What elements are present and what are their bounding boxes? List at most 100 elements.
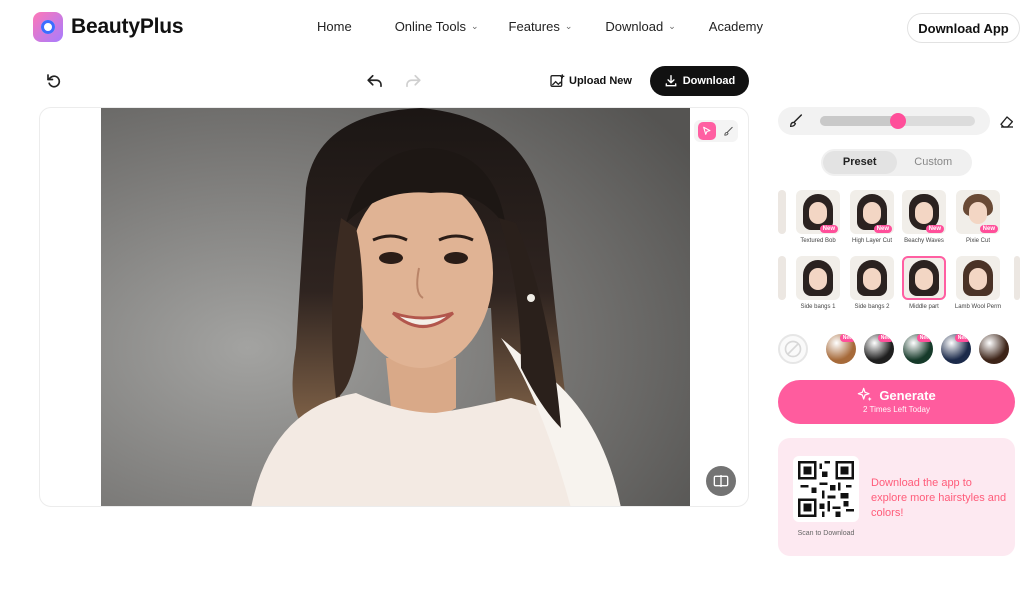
style-label: Side bangs 1 <box>800 304 836 310</box>
logo[interactable]: BeautyPlus <box>33 12 184 42</box>
redo-icon <box>406 74 421 88</box>
main-nav: Home Online Tools ⌄ Features ⌄ Download … <box>317 19 763 34</box>
color-none-swatch[interactable] <box>778 334 808 364</box>
style-label: Lamb Wool Perm <box>954 304 1002 310</box>
download-label: Download <box>682 75 736 87</box>
style-thumb <box>796 256 840 300</box>
app-promo-card: Scan to Download Download the app to exp… <box>778 438 1015 556</box>
redo-button[interactable] <box>401 69 425 93</box>
style-thumb: New <box>796 190 840 234</box>
style-label: Beachy Waves <box>904 238 944 244</box>
new-badge: New <box>819 225 838 233</box>
style-card[interactable]: Lamb Wool Perm <box>954 256 1002 311</box>
nav-home-label: Home <box>317 19 352 34</box>
style-card-selected[interactable]: Middle part <box>900 256 948 311</box>
brush-size-fill <box>820 116 898 126</box>
nav-download-label: Download <box>605 19 664 34</box>
style-thumb: New <box>902 190 946 234</box>
nav-academy-label: Academy <box>708 19 763 34</box>
upload-new-button[interactable]: Upload New <box>549 70 632 92</box>
generate-button[interactable]: Generate 2 Times Left Today <box>778 380 1015 424</box>
brush-size-pill <box>778 107 990 135</box>
color-swatch[interactable]: New <box>903 334 933 364</box>
qr-code <box>793 456 859 522</box>
select-arrow-icon <box>702 126 711 135</box>
preset-custom-tabs: Preset Custom <box>821 149 972 176</box>
eraser-icon[interactable] <box>999 113 1015 129</box>
style-card[interactable]: Side bangs 1 <box>794 256 842 311</box>
brush-size-knob[interactable] <box>889 113 906 129</box>
chevron-down-icon: ⌄ <box>668 21 676 31</box>
new-badge: New <box>877 334 894 342</box>
generate-label: Generate <box>879 387 936 403</box>
generate-remaining: 2 Times Left Today <box>863 405 930 414</box>
download-icon <box>665 75 677 87</box>
new-badge: New <box>873 225 892 233</box>
undo-icon <box>367 74 382 88</box>
style-label: Textured Bob <box>800 238 836 244</box>
brush-icon <box>789 114 803 128</box>
style-card[interactable]: Side bangs 2 <box>848 256 896 311</box>
style-label: Side bangs 2 <box>854 304 890 310</box>
brush-icon[interactable] <box>723 126 734 137</box>
tab-preset[interactable]: Preset <box>823 151 897 174</box>
app-name: BeautyPlus <box>71 15 184 38</box>
compare-icon <box>713 475 729 487</box>
chevron-down-icon: ⌄ <box>471 21 479 31</box>
style-thumb <box>850 256 894 300</box>
top-nav: BeautyPlus Home Online Tools ⌄ Features … <box>0 0 1024 56</box>
qr-code-icon <box>798 461 854 517</box>
portrait-photo <box>101 108 690 506</box>
brush-size-bar <box>778 107 1016 135</box>
new-badge: New <box>925 225 944 233</box>
sparkle-icon <box>858 387 872 401</box>
new-badge: New <box>839 334 856 342</box>
style-card[interactable]: New Textured Bob <box>794 190 842 245</box>
download-button[interactable]: Download <box>650 66 749 96</box>
hair-color-swatches: New New New New <box>778 334 1020 366</box>
color-swatch[interactable]: New <box>826 334 856 364</box>
style-card[interactable]: New Pixie Cut <box>954 190 1002 245</box>
upload-new-label: Upload New <box>569 75 632 87</box>
color-swatch[interactable]: New <box>864 334 894 364</box>
chevron-down-icon: ⌄ <box>564 21 573 31</box>
scroll-edge-right <box>1014 256 1020 300</box>
color-swatch[interactable]: New <box>941 334 971 364</box>
style-card[interactable]: New High Layer Cut <box>848 190 896 245</box>
undo-button[interactable] <box>363 69 387 93</box>
rotate-ccw-icon <box>47 74 61 88</box>
nav-download[interactable]: Download ⌄ <box>605 19 675 34</box>
style-card[interactable]: New Beachy Waves <box>900 190 948 245</box>
style-thumb <box>902 256 946 300</box>
nav-online-tools[interactable]: Online Tools ⌄ <box>395 19 479 34</box>
scroll-edge-left <box>778 256 786 300</box>
download-app-button[interactable]: Download App <box>907 13 1020 43</box>
style-thumb: New <box>850 190 894 234</box>
portrait-illustration <box>101 108 690 506</box>
beautyplus-logo-icon <box>33 12 63 42</box>
image-canvas[interactable] <box>39 107 749 507</box>
style-label: Pixie Cut <box>965 238 990 244</box>
style-thumb <box>956 256 1000 300</box>
new-badge: New <box>954 334 971 342</box>
qr-label: Scan to Download <box>797 530 855 537</box>
reset-button[interactable] <box>42 69 66 93</box>
compare-button[interactable] <box>706 466 736 496</box>
nav-features-label: Features <box>508 19 560 34</box>
brush-size-slider[interactable] <box>820 113 975 129</box>
nav-academy[interactable]: Academy <box>709 19 763 34</box>
style-label: High Layer Cut <box>851 238 893 244</box>
color-swatch[interactable] <box>979 334 1009 364</box>
mode-toggle[interactable] <box>694 120 738 142</box>
style-label: Middle part <box>909 304 939 310</box>
new-badge: New <box>916 334 933 342</box>
no-color-icon <box>784 340 802 358</box>
select-mode-button[interactable] <box>697 122 716 140</box>
tab-custom[interactable]: Custom <box>897 151 971 174</box>
nav-features[interactable]: Features ⌄ <box>509 19 573 34</box>
nav-online-tools-label: Online Tools <box>394 19 466 34</box>
style-thumb: New <box>956 190 1000 234</box>
image-upload-icon <box>550 74 565 87</box>
nav-home[interactable]: Home <box>317 19 352 34</box>
new-badge: New <box>979 225 998 233</box>
